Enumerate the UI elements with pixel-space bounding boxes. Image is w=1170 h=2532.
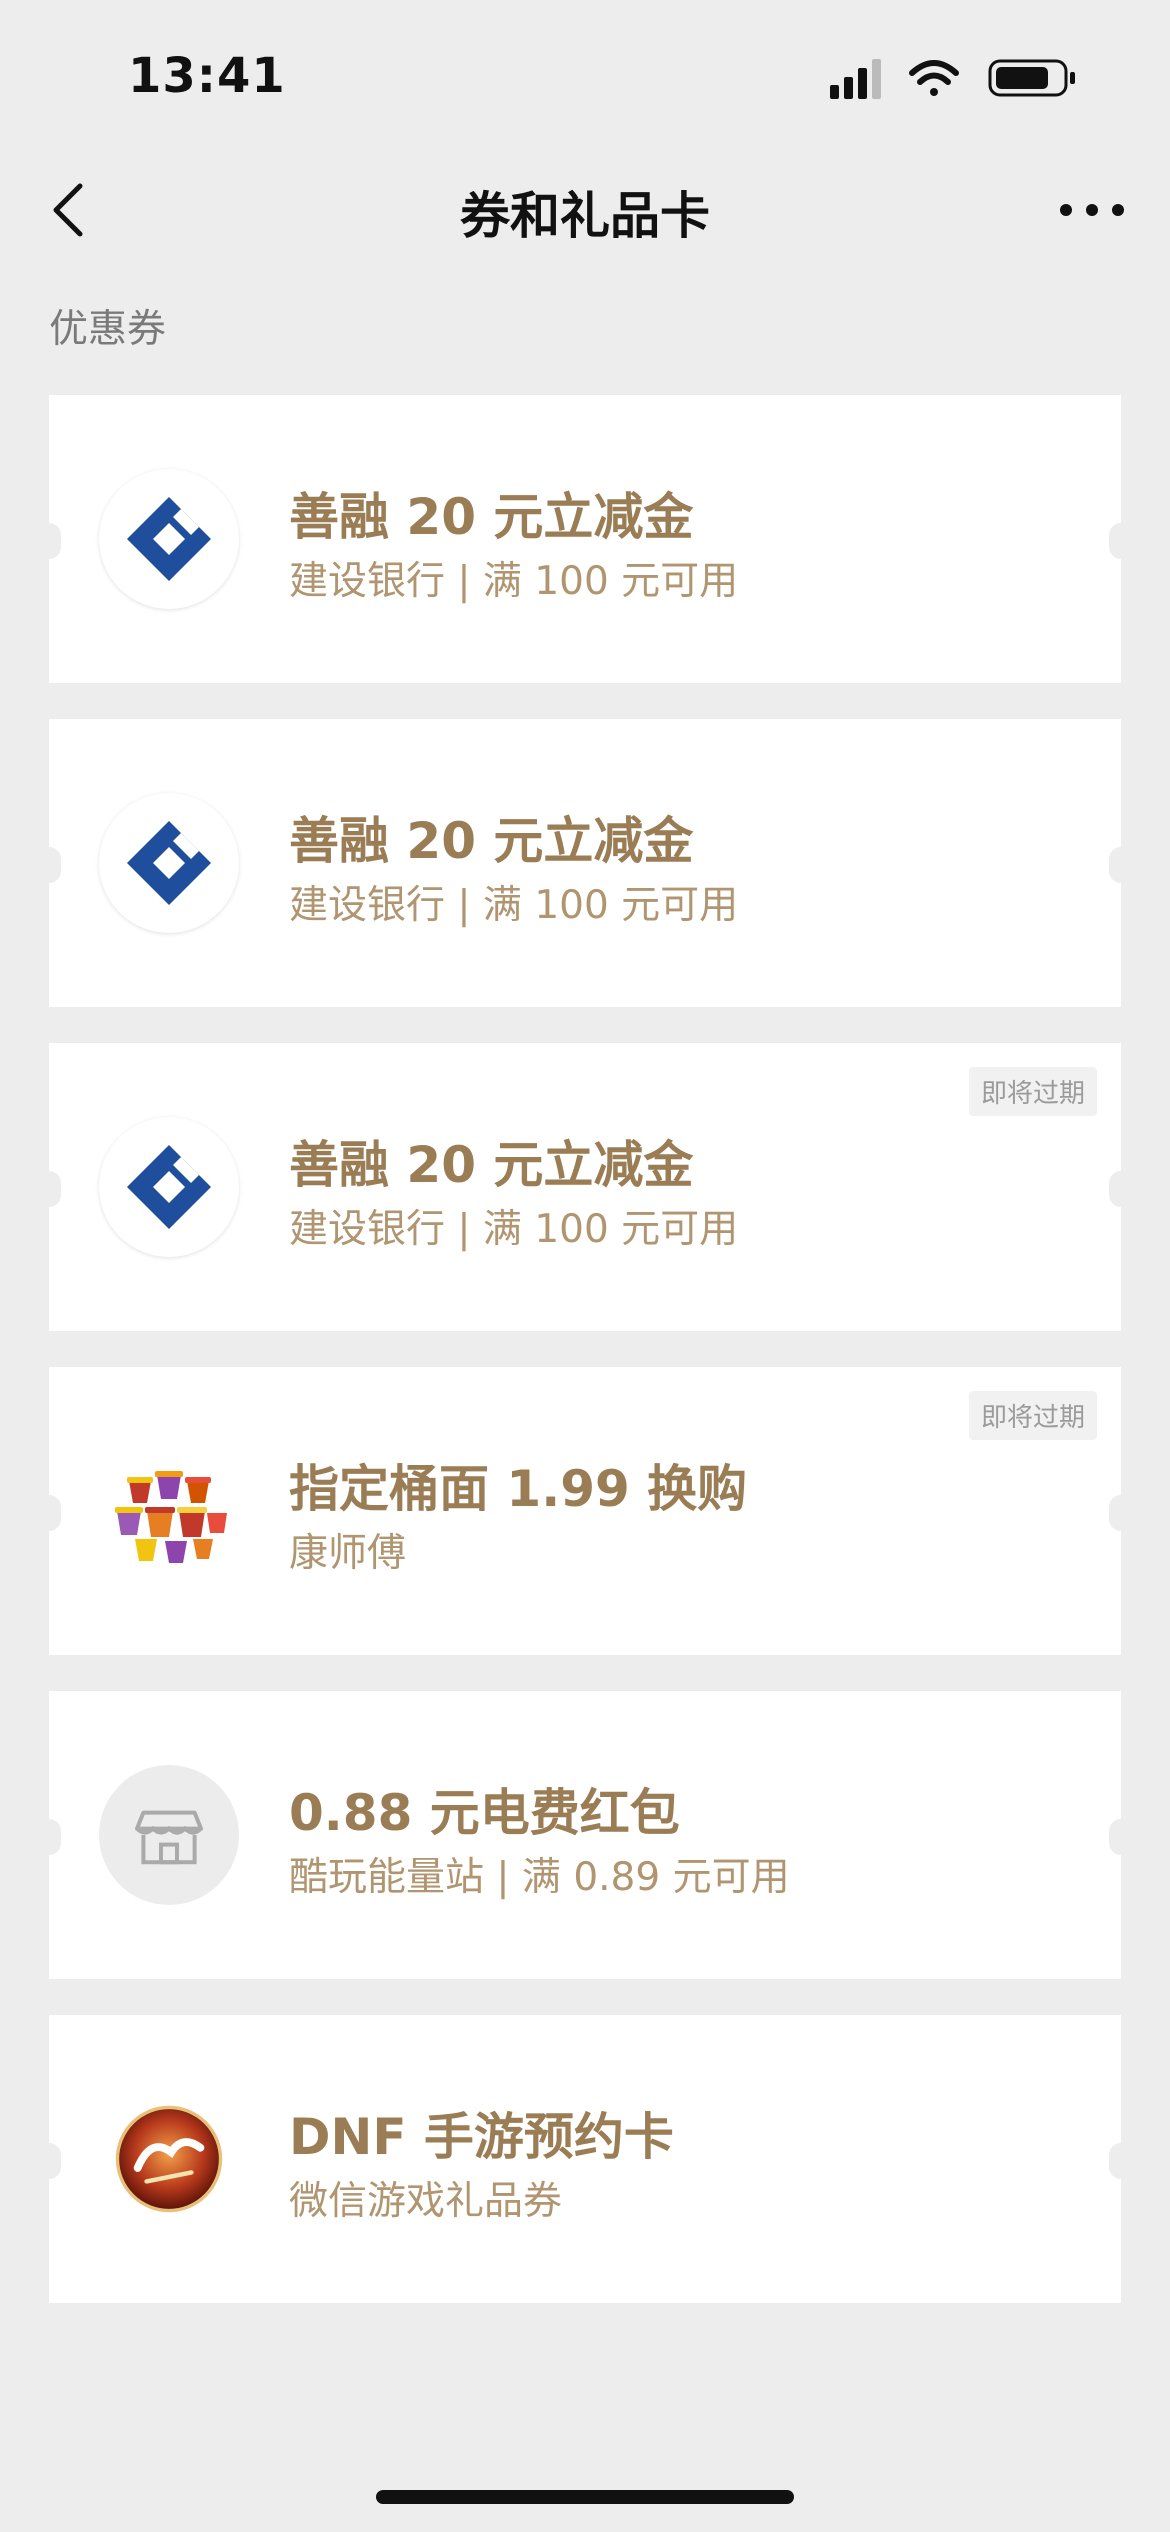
coupon-card[interactable]: 即将过期 指定桶面 1.99 换购 康师傅 [37, 1367, 1133, 1655]
coupon-title: DNF 手游预约卡 [289, 2108, 674, 2166]
expiring-badge: 即将过期 [968, 1067, 1097, 1116]
card-notch [37, 523, 61, 559]
card-notch [37, 1171, 61, 1207]
store-icon [99, 1765, 239, 1905]
coupon-card[interactable]: 善融 20 元立减金 建设银行 | 满 100 元可用 [37, 395, 1133, 683]
status-bar: 13:41 [0, 0, 1170, 150]
navigation-bar: 券和礼品卡 [0, 150, 1170, 265]
card-notch [1109, 1171, 1133, 1207]
card-notch [1109, 1495, 1133, 1531]
more-options-icon[interactable] [1052, 180, 1132, 240]
card-notch [37, 1495, 61, 1531]
card-notch [37, 2143, 61, 2179]
battery-icon [988, 59, 1075, 97]
expiring-badge: 即将过期 [968, 1391, 1097, 1440]
coupon-subtitle: 建设银行 | 满 100 元可用 [289, 559, 739, 604]
signal-icon [830, 59, 881, 99]
ccb-logo-icon [99, 1117, 239, 1257]
coupon-subtitle: 酷玩能量站 | 满 0.89 元可用 [289, 1855, 790, 1900]
status-time: 13:41 [128, 48, 286, 104]
coupon-subtitle: 康师傅 [289, 1531, 407, 1576]
coupon-card[interactable]: 即将过期 善融 20 元立减金 建设银行 | 满 100 元可用 [37, 1043, 1133, 1331]
coupon-subtitle: 微信游戏礼品券 [289, 2179, 563, 2224]
coupon-title: 0.88 元电费红包 [289, 1784, 680, 1842]
coupon-subtitle: 建设银行 | 满 100 元可用 [289, 1207, 739, 1252]
ccb-logo-icon [99, 793, 239, 933]
coupon-title: 指定桶面 1.99 换购 [289, 1460, 748, 1518]
card-notch [37, 847, 61, 883]
coupon-subtitle: 建设银行 | 满 100 元可用 [289, 883, 739, 928]
coupon-title: 善融 20 元立减金 [289, 1136, 694, 1194]
section-label-coupons: 优惠券 [49, 307, 167, 352]
coupon-card[interactable]: 0.88 元电费红包 酷玩能量站 | 满 0.89 元可用 [37, 1691, 1133, 1979]
card-notch [1109, 847, 1133, 883]
card-notch [37, 1819, 61, 1855]
coupon-card[interactable]: DNF 手游预约卡 微信游戏礼品券 [37, 2015, 1133, 2303]
coupon-title: 善融 20 元立减金 [289, 812, 694, 870]
card-notch [1109, 2143, 1133, 2179]
coupon-card[interactable]: 善融 20 元立减金 建设银行 | 满 100 元可用 [37, 719, 1133, 1007]
ccb-logo-icon [99, 469, 239, 609]
noodle-cups-icon [99, 1441, 239, 1581]
dnf-game-icon [99, 2089, 239, 2229]
status-icons [830, 59, 1075, 99]
wifi-icon [909, 60, 959, 96]
page-title: 券和礼品卡 [460, 187, 710, 245]
home-indicator[interactable] [376, 2490, 794, 2504]
coupon-title: 善融 20 元立减金 [289, 488, 694, 546]
card-notch [1109, 1819, 1133, 1855]
card-notch [1109, 523, 1133, 559]
